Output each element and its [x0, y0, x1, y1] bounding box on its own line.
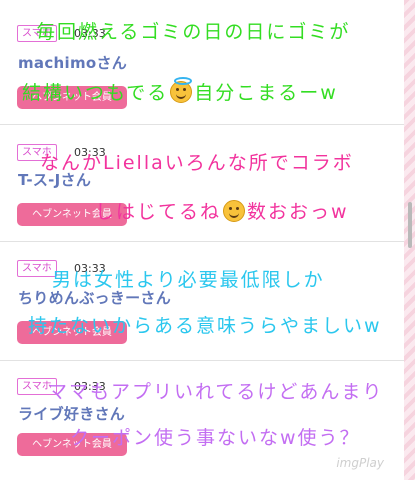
device-badge: スマホ	[17, 260, 57, 277]
post-card[interactable]: スマホ 03:33 ちりめんぶっきーさん ヘブンネット会員	[0, 242, 404, 361]
caption-overlay: ママもアプリいれてるけどあんまり	[48, 381, 384, 403]
smiling-face-with-halo-icon	[170, 77, 193, 103]
post-feed: スマホ 03:33 machimoさん ヘブンネット会員 スマホ 03:33 T…	[0, 0, 404, 480]
caption-overlay: 毎回燃えるゴミの日の日にゴミが	[36, 21, 351, 43]
caption-overlay: クーポン使う事ないなw使う？	[70, 427, 361, 449]
caption-overlay: 結構いつもでる 自分こまるーw	[22, 77, 338, 105]
caption-overlay-text: しはじてるね	[95, 201, 222, 223]
caption-overlay-text: 自分こまるーw	[194, 82, 338, 104]
watermark: imgPlay	[336, 456, 384, 470]
caption-overlay: 男は女性より必要最低限しか	[52, 269, 325, 291]
username-link[interactable]: ライブ好きさん	[18, 403, 125, 424]
caption-overlay: なんかLiellaいろんな所でコラボ	[40, 152, 354, 174]
post-card[interactable]: スマホ 03:33 T-ス-Jさん ヘブンネット会員	[0, 125, 404, 242]
caption-overlay: 持たないからある意味うらやましいw	[28, 315, 382, 337]
caption-overlay-text: 結構いつもでる	[22, 82, 169, 104]
smiling-face-icon	[223, 200, 246, 222]
caption-overlay: しはじてるね 数おおっw	[95, 197, 349, 224]
username-link[interactable]: machimoさん	[18, 52, 127, 73]
scrollbar-thumb[interactable]	[408, 202, 412, 248]
caption-overlay-text: 数おおっw	[247, 201, 349, 223]
